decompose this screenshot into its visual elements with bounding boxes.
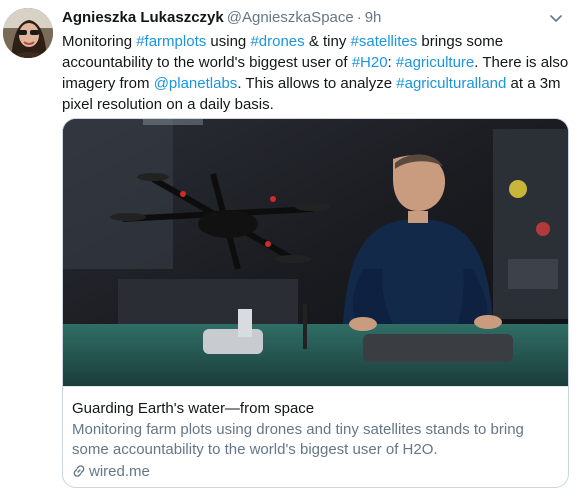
card-description: Monitoring farm plots using drones and t… xyxy=(72,421,524,458)
mention-link[interactable]: @planetlabs xyxy=(154,75,238,92)
hashtag-link[interactable]: #agriculturalland xyxy=(396,75,506,92)
hashtag-link[interactable]: #H20 xyxy=(352,54,388,71)
link-preview-card[interactable]: Guarding Earth's water—from space Monito… xyxy=(62,118,569,488)
tweet-text-segment: : xyxy=(387,54,396,71)
separator-dot: · xyxy=(356,9,362,26)
hashtag-link[interactable]: #drones xyxy=(250,33,304,50)
card-image[interactable] xyxy=(63,119,568,386)
card-domain: wired.me xyxy=(72,462,150,482)
hashtag-link[interactable]: #satellites xyxy=(351,33,418,50)
card-title: Guarding Earth's water—from space xyxy=(72,400,315,417)
chevron-down-icon[interactable] xyxy=(548,10,564,26)
tweet-text-segment: Monitoring xyxy=(62,33,137,50)
tweet-text: Monitoring #farmplots using #drones & ti… xyxy=(62,31,570,115)
display-name[interactable]: Agnieszka Lukaszczyk xyxy=(62,9,224,26)
user-handle[interactable]: @AgnieszkaSpace xyxy=(227,9,354,26)
tweet[interactable]: Agnieszka Lukaszczyk @AgnieszkaSpace · 9h M… xyxy=(0,0,578,496)
card-domain-text: wired.me xyxy=(89,463,150,480)
avatar[interactable] xyxy=(3,8,53,58)
link-icon xyxy=(72,464,86,478)
tweet-text-segment: using xyxy=(206,33,251,50)
timestamp[interactable]: 9h xyxy=(365,9,382,26)
hashtag-link[interactable]: #agriculture xyxy=(396,54,474,71)
hashtag-link[interactable]: #farmplots xyxy=(136,33,206,50)
tweet-text-segment: . This allows to analyze xyxy=(237,75,397,92)
tweet-header: Agnieszka Lukaszczyk @AgnieszkaSpace · 9h xyxy=(62,8,381,28)
card-body[interactable]: Guarding Earth's water—from space Monito… xyxy=(63,386,568,487)
tweet-text-segment: & tiny xyxy=(304,33,351,50)
